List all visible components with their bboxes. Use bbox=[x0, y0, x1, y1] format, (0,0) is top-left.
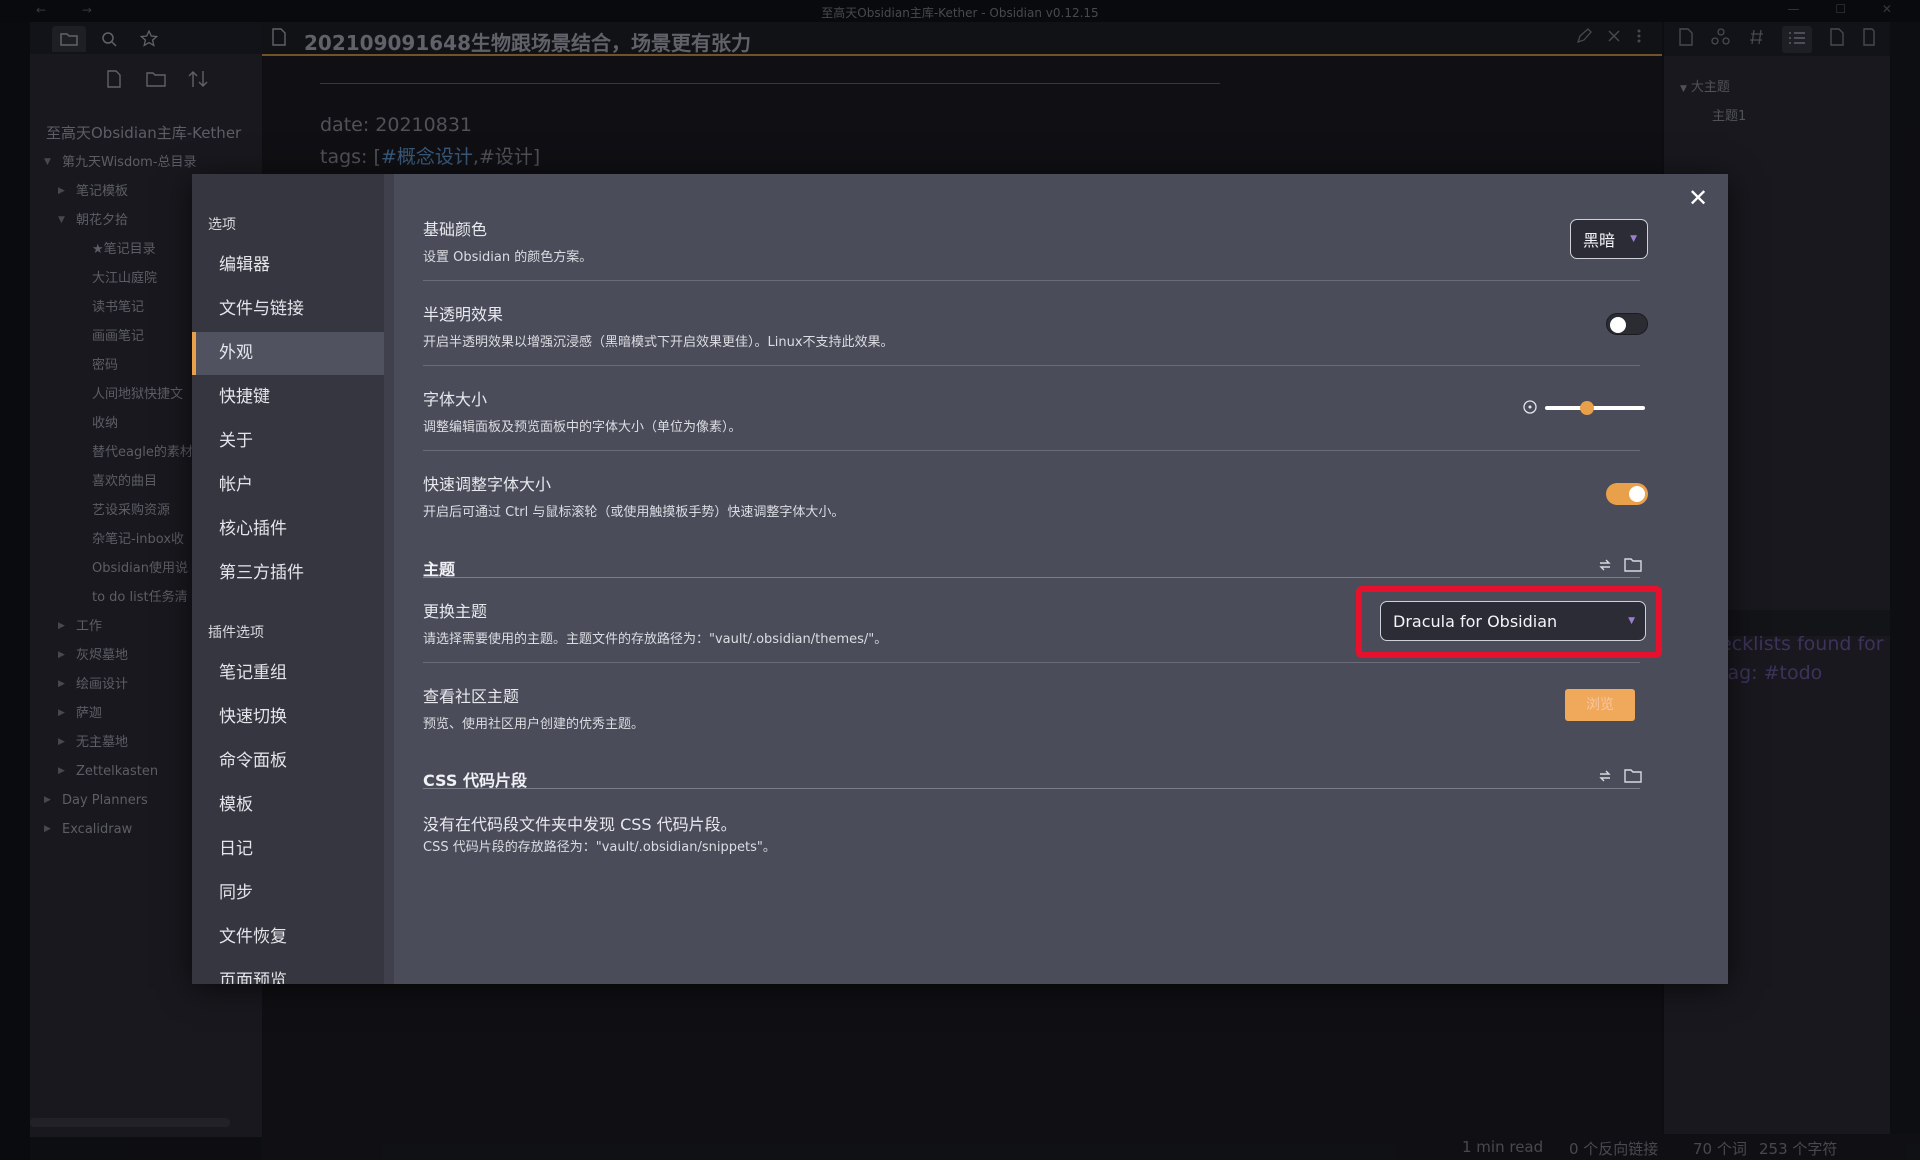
divider bbox=[423, 280, 1640, 281]
dropdown-value: 黑暗 bbox=[1583, 231, 1616, 250]
quick-font-toggle[interactable] bbox=[1606, 483, 1648, 505]
reload-snippets-icon[interactable] bbox=[1597, 768, 1613, 788]
font-size-slider[interactable] bbox=[1545, 401, 1645, 415]
setting-desc: 开启半透明效果以增强沉浸感（黑暗模式下开启效果更佳）。Linux不支持此效果。 bbox=[423, 335, 894, 350]
reload-themes-icon[interactable] bbox=[1597, 557, 1613, 577]
nav-item-appearance[interactable]: 外观 bbox=[192, 332, 384, 375]
divider bbox=[423, 450, 1640, 451]
open-snippets-folder-icon[interactable] bbox=[1624, 768, 1642, 788]
section-divider bbox=[423, 788, 1640, 789]
nav-divider bbox=[384, 174, 394, 984]
setting-desc: 预览、使用社区用户创建的优秀主题。 bbox=[423, 717, 645, 732]
browse-themes-button[interactable]: 浏览 bbox=[1565, 689, 1635, 721]
nav-item-about[interactable]: 关于 bbox=[192, 420, 384, 463]
toggle-knob bbox=[1629, 486, 1645, 502]
setting-desc: 调整编辑面板及预览面板中的字体大小（单位为像素）。 bbox=[423, 420, 742, 435]
toggle-knob bbox=[1610, 317, 1626, 333]
close-modal-button[interactable]: ✕ bbox=[1684, 184, 1712, 212]
setting-desc: 设置 Obsidian 的颜色方案。 bbox=[423, 250, 593, 265]
nav-item-quick-switcher[interactable]: 快速切换 bbox=[192, 696, 384, 739]
setting-font-size: 字体大小 调整编辑面板及预览面板中的字体大小（单位为像素）。 bbox=[423, 386, 1640, 435]
nav-item-core-plugins[interactable]: 核心插件 bbox=[192, 508, 384, 551]
theme-dropdown[interactable]: Dracula for Obsidian ▼ bbox=[1380, 601, 1646, 641]
setting-quick-font: 快速调整字体大小 开启后可通过 Ctrl 与鼠标滚轮（或使用触摸板手势）快速调整… bbox=[423, 471, 1640, 520]
setting-base-color: 基础颜色 设置 Obsidian 的颜色方案。 bbox=[423, 216, 1640, 265]
nav-item-editor[interactable]: 编辑器 bbox=[192, 244, 384, 287]
settings-modal: 选项 编辑器 文件与链接 外观 快捷键 关于 帐户 核心插件 第三方插件 插件选… bbox=[192, 174, 1728, 984]
dropdown-value: Dracula for Obsidian bbox=[1393, 611, 1558, 631]
chevron-down-icon: ▼ bbox=[1630, 234, 1637, 244]
setting-desc: 开启后可通过 Ctrl 与鼠标滚轮（或使用触摸板手势）快速调整字体大小。 bbox=[423, 505, 845, 520]
nav-section-options: 选项 bbox=[208, 217, 236, 233]
nav-section-plugin-options: 插件选项 bbox=[208, 625, 264, 641]
settings-nav: 选项 编辑器 文件与链接 外观 快捷键 关于 帐户 核心插件 第三方插件 插件选… bbox=[192, 174, 384, 984]
setting-community-themes: 查看社区主题 预览、使用社区用户创建的优秀主题。 bbox=[423, 683, 1640, 732]
reset-icon[interactable] bbox=[1522, 399, 1538, 419]
section-divider bbox=[423, 577, 1640, 578]
css-path-note: CSS 代码片段的存放路径为："vault/.obsidian/snippets… bbox=[423, 840, 776, 855]
nav-item-account[interactable]: 帐户 bbox=[192, 464, 384, 507]
nav-item-templates[interactable]: 模板 bbox=[192, 784, 384, 827]
slider-thumb[interactable] bbox=[1580, 401, 1594, 415]
chevron-down-icon: ▼ bbox=[1628, 616, 1635, 626]
setting-name: 基础颜色 bbox=[423, 220, 488, 239]
nav-item-hotkeys[interactable]: 快捷键 bbox=[192, 376, 384, 419]
nav-item-command-palette[interactable]: 命令面板 bbox=[192, 740, 384, 783]
nav-item-sync[interactable]: 同步 bbox=[192, 872, 384, 915]
open-themes-folder-icon[interactable] bbox=[1624, 557, 1642, 577]
setting-name: 快速调整字体大小 bbox=[423, 475, 552, 494]
nav-item-files-links[interactable]: 文件与链接 bbox=[192, 288, 384, 331]
divider bbox=[423, 365, 1640, 366]
nav-item-daily-notes[interactable]: 日记 bbox=[192, 828, 384, 871]
divider bbox=[423, 662, 1640, 663]
nav-item-note-composer[interactable]: 笔记重组 bbox=[192, 652, 384, 695]
nav-item-community-plugins[interactable]: 第三方插件 bbox=[192, 552, 384, 595]
translucency-toggle[interactable] bbox=[1606, 313, 1648, 335]
setting-translucency: 半透明效果 开启半透明效果以增强沉浸感（黑暗模式下开启效果更佳）。Linux不支… bbox=[423, 301, 1640, 350]
setting-name: 半透明效果 bbox=[423, 305, 504, 324]
css-empty-message: 没有在代码段文件夹中发现 CSS 代码片段。 bbox=[423, 815, 737, 834]
setting-name: 查看社区主题 bbox=[423, 687, 520, 706]
nav-item-page-preview[interactable]: 页面预览 bbox=[192, 960, 384, 984]
setting-name: 字体大小 bbox=[423, 390, 488, 409]
base-color-dropdown[interactable]: 黑暗 ▼ bbox=[1570, 219, 1648, 259]
nav-item-file-recovery[interactable]: 文件恢复 bbox=[192, 916, 384, 959]
